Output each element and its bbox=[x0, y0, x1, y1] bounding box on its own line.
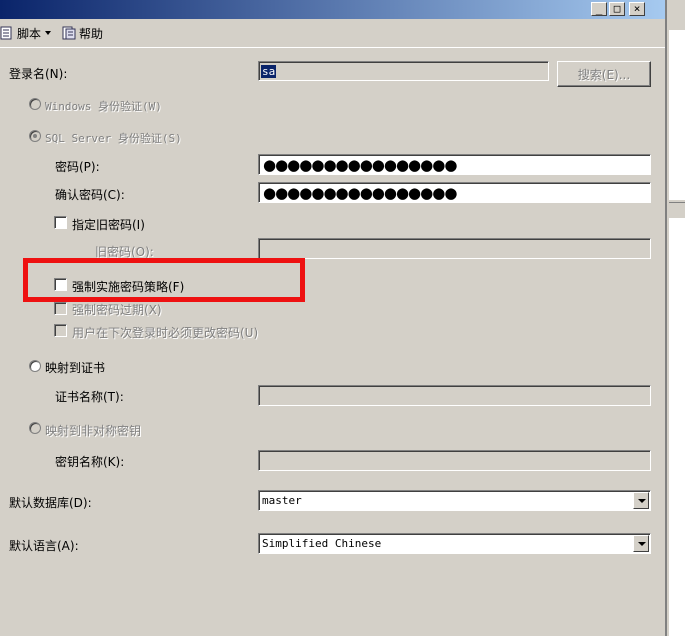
default-db-select[interactable]: master bbox=[258, 490, 651, 511]
toolbar-divider bbox=[0, 47, 665, 48]
password-mask: ●●●●●●●●●●●●●●●● bbox=[263, 156, 457, 174]
minimize-button[interactable]: _ bbox=[591, 2, 607, 16]
search-button[interactable]: 搜索(E)... bbox=[557, 61, 651, 87]
must-change-label: 用户在下次登录时必须更改密码(U) bbox=[72, 326, 259, 340]
help-label: 帮助 bbox=[79, 26, 104, 41]
enforce-expiration-checkbox[interactable] bbox=[54, 302, 67, 315]
specify-old-password-checkbox[interactable] bbox=[54, 216, 67, 229]
certificate-name-field[interactable] bbox=[258, 385, 651, 406]
script-menu-button[interactable]: 脚本 bbox=[0, 25, 52, 42]
map-certificate-radio[interactable] bbox=[29, 360, 41, 372]
certificate-name-label: 证书名称(T): bbox=[55, 390, 124, 404]
close-button[interactable]: × bbox=[629, 2, 645, 16]
maximize-button[interactable]: □ bbox=[609, 2, 625, 16]
toolbar: 脚本 帮助 bbox=[0, 22, 665, 44]
sql-auth-label: SQL Server 身份验证(S) bbox=[45, 132, 182, 145]
help-button[interactable]: 帮助 bbox=[62, 25, 103, 42]
chevron-down-icon[interactable] bbox=[633, 535, 649, 552]
highlight-box bbox=[23, 258, 305, 302]
default-db-label: 默认数据库(D): bbox=[9, 496, 92, 510]
sql-auth-radio[interactable] bbox=[29, 130, 41, 142]
confirm-password-field[interactable]: ●●●●●●●●●●●●●●●● bbox=[258, 182, 651, 203]
default-lang-value: Simplified Chinese bbox=[262, 537, 382, 550]
title-bar: _ □ × bbox=[0, 0, 665, 19]
default-db-value: master bbox=[262, 494, 302, 507]
window-controls: _ □ × bbox=[591, 2, 645, 16]
chevron-down-icon[interactable] bbox=[633, 492, 649, 509]
login-name-label: 登录名(N): bbox=[9, 67, 68, 81]
map-certificate-label: 映射到证书 bbox=[45, 361, 106, 375]
password-label: 密码(P): bbox=[55, 160, 100, 174]
adjacent-window-edge bbox=[665, 0, 685, 636]
enforce-expiration-label: 强制密码过期(X) bbox=[72, 303, 162, 317]
map-asymmetric-radio[interactable] bbox=[29, 422, 41, 434]
login-name-input[interactable]: sa bbox=[258, 61, 549, 81]
windows-auth-label: Windows 身份验证(W) bbox=[45, 100, 162, 113]
help-icon bbox=[62, 26, 76, 40]
dropdown-arrow-icon bbox=[45, 31, 52, 35]
login-name-value: sa bbox=[261, 65, 277, 78]
key-name-label: 密钥名称(K): bbox=[55, 455, 125, 469]
specify-old-password-label: 指定旧密码(I) bbox=[72, 218, 145, 232]
script-label: 脚本 bbox=[17, 26, 42, 41]
map-asymmetric-label: 映射到非对称密钥 bbox=[45, 424, 142, 438]
script-icon bbox=[0, 26, 12, 40]
confirm-password-label: 确认密码(C): bbox=[55, 188, 125, 202]
must-change-checkbox[interactable] bbox=[54, 324, 67, 337]
key-name-field[interactable] bbox=[258, 450, 651, 471]
windows-auth-radio[interactable] bbox=[29, 98, 41, 110]
password-field[interactable]: ●●●●●●●●●●●●●●●● bbox=[258, 154, 651, 175]
old-password-field[interactable] bbox=[258, 238, 651, 259]
default-lang-select[interactable]: Simplified Chinese bbox=[258, 533, 651, 554]
confirm-password-mask: ●●●●●●●●●●●●●●●● bbox=[263, 184, 457, 202]
default-lang-label: 默认语言(A): bbox=[9, 539, 79, 553]
